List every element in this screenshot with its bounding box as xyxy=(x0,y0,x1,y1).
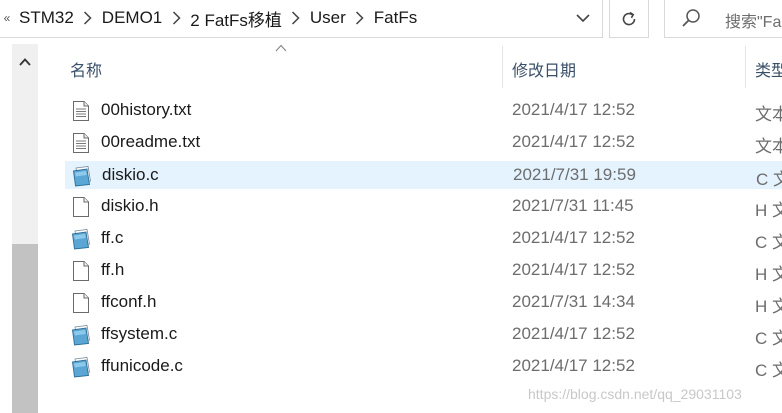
file-modified-date: 2021/7/31 11:45 xyxy=(512,196,634,215)
breadcrumb-item-fatfs[interactable]: FatFs xyxy=(373,8,418,28)
file-type: C 文 xyxy=(755,329,782,348)
file-modified-date: 2021/4/17 12:52 xyxy=(512,324,635,343)
file-row[interactable]: diskio.h 2021/7/31 11:45 H 文 xyxy=(64,192,782,222)
file-modified-date: 2021/4/17 12:52 xyxy=(512,100,635,119)
c-source-file-icon xyxy=(71,228,91,250)
column-header-row xyxy=(60,44,782,90)
breadcrumb-item-stm32[interactable]: STM32 xyxy=(18,8,75,28)
file-type: H 文 xyxy=(755,265,782,284)
header-file-icon xyxy=(71,292,91,314)
column-divider[interactable] xyxy=(745,46,746,88)
scrollbar-thumb[interactable] xyxy=(12,244,38,413)
chevron-down-icon xyxy=(576,14,590,23)
c-source-file-icon xyxy=(71,324,91,346)
file-row[interactable]: 00history.txt 2021/4/17 12:52 文本 xyxy=(64,96,782,126)
file-modified-date: 2021/4/17 12:52 xyxy=(512,356,635,375)
file-type: H 文 xyxy=(755,297,782,316)
search-input[interactable]: 搜索"Fa xyxy=(664,0,782,38)
file-row[interactable]: ffconf.h 2021/7/31 14:34 H 文 xyxy=(64,288,782,318)
file-type: 文本 xyxy=(755,105,782,124)
file-row[interactable]: ff.h 2021/4/17 12:52 H 文 xyxy=(64,256,782,286)
file-name: ff.c xyxy=(101,228,124,247)
chevron-right-icon[interactable] xyxy=(283,11,309,25)
address-bar[interactable]: « STM32 DEMO1 2 FatFs移植 User FatFs xyxy=(0,0,603,38)
chevron-up-icon xyxy=(19,58,31,66)
column-header-name[interactable]: 名称 xyxy=(70,57,102,81)
chevron-right-icon[interactable] xyxy=(75,11,101,25)
refresh-icon xyxy=(622,11,636,25)
search-placeholder: 搜索"Fa xyxy=(725,14,782,31)
c-source-file-icon xyxy=(72,165,92,187)
sort-ascending-icon xyxy=(275,44,287,52)
header-file-icon xyxy=(71,260,91,282)
watermark-text: https://blog.csdn.net/qq_29031103 xyxy=(528,386,742,402)
file-name: diskio.c xyxy=(102,165,159,184)
breadcrumb-item-fatfs-port[interactable]: 2 FatFs移植 xyxy=(189,6,283,31)
file-row[interactable]: ffunicode.c 2021/4/17 12:52 C 文 xyxy=(64,352,782,382)
file-name: 00history.txt xyxy=(101,100,192,119)
chevron-right-icon[interactable] xyxy=(347,11,373,25)
search-icon xyxy=(682,9,700,27)
breadcrumb-item-user[interactable]: User xyxy=(309,8,347,28)
refresh-button[interactable] xyxy=(609,0,649,38)
file-row[interactable]: ffsystem.c 2021/4/17 12:52 C 文 xyxy=(64,320,782,350)
file-type: C 文 xyxy=(756,170,782,189)
file-modified-date: 2021/4/17 12:52 xyxy=(512,260,635,279)
file-name: 00readme.txt xyxy=(101,132,201,151)
file-name: ffconf.h xyxy=(101,292,157,311)
column-divider[interactable] xyxy=(502,46,503,88)
chevron-right-icon[interactable] xyxy=(163,11,189,25)
header-file-icon xyxy=(71,196,91,218)
file-modified-date: 2021/7/31 19:59 xyxy=(513,165,636,184)
breadcrumb-overflow-button[interactable]: « xyxy=(0,11,14,25)
address-history-dropdown[interactable] xyxy=(563,0,603,37)
file-modified-date: 2021/7/31 14:34 xyxy=(512,292,635,311)
file-row[interactable]: 00readme.txt 2021/4/17 12:52 文本 xyxy=(64,128,782,158)
file-modified-date: 2021/4/17 12:52 xyxy=(512,228,635,247)
text-file-icon xyxy=(71,100,91,122)
breadcrumb-item-demo1[interactable]: DEMO1 xyxy=(101,8,163,28)
file-row[interactable]: diskio.c 2021/7/31 19:59 C 文 xyxy=(64,160,782,190)
toolbar: « STM32 DEMO1 2 FatFs移植 User FatFs 搜索"Fa xyxy=(0,0,782,40)
text-file-icon xyxy=(71,132,91,154)
file-type: H 文 xyxy=(755,201,782,220)
file-name: diskio.h xyxy=(101,196,159,215)
file-type: 文本 xyxy=(755,137,782,156)
c-source-file-icon xyxy=(71,356,91,378)
file-type: C 文 xyxy=(755,233,782,252)
vertical-scrollbar[interactable] xyxy=(12,44,38,413)
file-type: C 文 xyxy=(755,361,782,380)
column-header-type[interactable]: 类型 xyxy=(755,57,782,81)
scroll-up-button[interactable] xyxy=(12,52,38,72)
file-row[interactable]: ff.c 2021/4/17 12:52 C 文 xyxy=(64,224,782,254)
file-modified-date: 2021/4/17 12:52 xyxy=(512,132,635,151)
file-name: ffunicode.c xyxy=(101,356,183,375)
column-header-modified[interactable]: 修改日期 xyxy=(512,57,576,81)
breadcrumb: « STM32 DEMO1 2 FatFs移植 User FatFs xyxy=(0,0,418,36)
file-name: ffsystem.c xyxy=(101,324,178,343)
file-name: ff.h xyxy=(101,260,125,279)
